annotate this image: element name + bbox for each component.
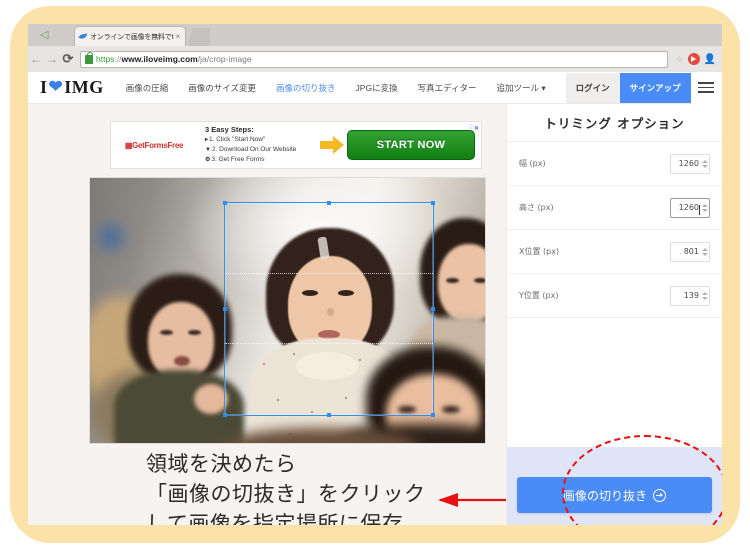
screenshot-content: ◁ オンラインで画像を無料でt × ← → ⟳ https :// www.il…	[28, 24, 722, 525]
height-input[interactable]: 1260	[670, 197, 710, 218]
profile-icon[interactable]: 👤	[704, 54, 716, 65]
field-row-position-y: Y位置 (px) 139	[507, 274, 722, 318]
forward-arrow-icon[interactable]: →	[44, 52, 60, 66]
field-row-position-x: X位置 (px) 801	[507, 230, 722, 274]
resize-handle-s[interactable]	[327, 413, 331, 417]
iloveimg-logo[interactable]: I ❤ IMG	[40, 77, 104, 98]
crop-selection-box[interactable]	[223, 201, 435, 417]
spinner-arrows-icon[interactable]	[701, 203, 708, 212]
nav-item-crop[interactable]: 画像の切り抜き	[276, 82, 336, 94]
signup-button[interactable]: サインアップ	[619, 72, 691, 103]
ad-copy: 3 Easy Steps: ▸1. Click "Start Now" ▼2. …	[197, 125, 320, 166]
star-icon[interactable]: ☆	[675, 54, 683, 65]
nav-item-compress[interactable]: 画像の圧縮	[126, 82, 169, 94]
crop-guide-line	[225, 342, 433, 344]
resize-handle-se[interactable]	[431, 413, 435, 417]
nav-item-photo-editor[interactable]: 写真エディター	[418, 82, 477, 94]
field-row-width: 幅 (px) 1260	[507, 142, 722, 186]
lock-icon	[85, 51, 93, 64]
image-canvas[interactable]	[90, 178, 485, 443]
resize-handle-w[interactable]	[223, 307, 227, 311]
field-label-width: 幅 (px)	[519, 159, 546, 168]
adchoices-icon[interactable]: ⓘ✖	[468, 123, 479, 132]
browser-tab[interactable]: オンラインで画像を無料でt ×	[74, 26, 186, 46]
spinner-arrows-icon[interactable]	[701, 247, 708, 256]
login-button[interactable]: ログイン	[565, 72, 620, 103]
url-path: /ja/crop-image	[197, 54, 252, 64]
crop-image-button-label: 画像の切り抜き	[562, 488, 647, 503]
blue-bird-favicon	[78, 32, 88, 39]
field-row-height: 高さ (px) 1260	[507, 186, 722, 230]
ad-brand-logo: ▦GetFormsFree	[124, 140, 184, 150]
decorative-outer-frame: ◁ オンラインで画像を無料でt × ← → ⟳ https :// www.il…	[10, 6, 740, 543]
browser-toolbar: ← → ⟳ https :// www.iloveimg.com /ja/cro…	[28, 46, 722, 72]
editor-workspace: ▦GetFormsFree 3 Easy Steps: ▸1. Click "S…	[28, 104, 722, 525]
browser-chrome: ◁ オンラインで画像を無料でt × ← → ⟳ https :// www.il…	[28, 24, 722, 72]
annotation-text: 領域を決めたら 「画像の切抜き」をクリック して画像を指定場所に保存	[146, 449, 426, 525]
new-tab-icon[interactable]	[188, 28, 210, 46]
annotation-line: 領域を決めたら	[146, 452, 297, 476]
site-header: I ❤ IMG 画像の圧縮 画像のサイズ変更 画像の切り抜き JPGに変換 写真…	[28, 71, 722, 104]
position-x-input[interactable]: 801	[670, 241, 710, 262]
position-y-input[interactable]: 139	[670, 285, 710, 306]
width-input[interactable]: 1260	[670, 153, 710, 174]
back-arrow-icon[interactable]: ←	[28, 52, 44, 66]
tabstrip-arrow-icon: ◁	[40, 29, 49, 41]
resize-handle-sw[interactable]	[223, 413, 227, 417]
spinner-arrows-icon[interactable]	[701, 291, 708, 300]
field-label-height: 高さ (px)	[519, 203, 554, 212]
crop-options-panel: トリミング オプション 幅 (px) 1260 高さ (px) 1260 X位置…	[506, 104, 722, 525]
record-icon[interactable]	[687, 53, 700, 65]
nav-item-more-tools[interactable]: 追加ツール ▾	[497, 82, 546, 94]
logo-text-right: IMG	[64, 77, 104, 97]
crop-guide-line	[225, 272, 433, 274]
nav-item-resize[interactable]: 画像のサイズ変更	[188, 82, 256, 94]
resize-handle-e[interactable]	[431, 307, 435, 311]
ad-brand-text: GetFormsFree	[132, 140, 184, 150]
panel-title: トリミング オプション	[507, 104, 722, 142]
toolbar-actions: ☆ 👤	[672, 53, 722, 65]
ad-step: ⚙3. Get Free Forms	[205, 156, 265, 164]
resize-handle-ne[interactable]	[431, 201, 435, 205]
browser-tab-title: オンラインで画像を無料でt	[90, 33, 174, 41]
close-icon[interactable]: ×	[174, 32, 182, 41]
ad-step: ▼2. Download On Our Website	[205, 146, 297, 154]
ad-step: ▸1. Click "Start Now"	[205, 136, 266, 144]
arrow-right-circle-icon	[653, 488, 666, 502]
position-y-value: 139	[683, 291, 699, 300]
field-label-position-y: Y位置 (px)	[519, 291, 559, 300]
heart-icon: ❤	[48, 76, 64, 96]
yellow-arrow-icon	[320, 136, 346, 154]
field-label-position-x: X位置 (px)	[519, 247, 560, 256]
url-scheme: https	[96, 54, 115, 64]
nav-item-convert-to-jpg[interactable]: JPGに変換	[356, 82, 398, 94]
panel-footer: 画像の切り抜き	[507, 447, 722, 525]
position-x-value: 801	[683, 247, 699, 256]
ad-cta-button[interactable]: START NOW	[347, 130, 475, 160]
ad-heading: 3 Easy Steps:	[205, 124, 254, 134]
width-value: 1260	[678, 159, 699, 168]
resize-handle-n[interactable]	[327, 201, 331, 205]
url-separator: ://	[114, 54, 122, 64]
crop-image-button[interactable]: 画像の切り抜き	[517, 477, 712, 513]
logo-text-left: I	[40, 77, 48, 97]
annotation-line: 「画像の切抜き」をクリック	[146, 482, 426, 506]
advertisement-banner[interactable]: ▦GetFormsFree 3 Easy Steps: ▸1. Click "S…	[110, 121, 482, 169]
address-bar[interactable]: https :// www.iloveimg.com /ja/crop-imag…	[80, 50, 669, 68]
browser-tabstrip: ◁ オンラインで画像を無料でt ×	[28, 24, 722, 46]
url-host: www.iloveimg.com	[121, 54, 198, 64]
annotation-line: して画像を指定場所に保存	[146, 512, 404, 525]
spinner-arrows-icon[interactable]	[701, 159, 708, 168]
resize-handle-nw[interactable]	[223, 201, 227, 205]
reload-icon[interactable]: ⟳	[60, 51, 76, 67]
height-value: 1260	[671, 203, 701, 215]
hamburger-menu-icon[interactable]	[690, 71, 722, 104]
